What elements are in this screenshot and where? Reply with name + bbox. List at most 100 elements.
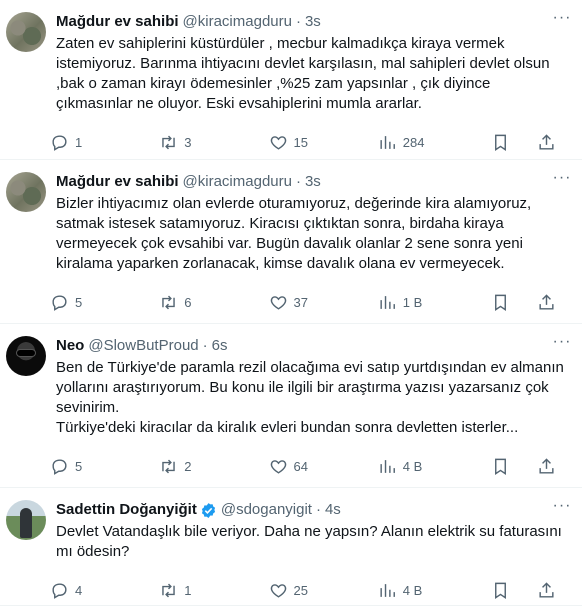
separator-dot: ·: [295, 173, 301, 190]
avatar[interactable]: [6, 500, 46, 540]
tweet[interactable]: Sadettin Doğanyiğit @sdoganyigit · 4s ··…: [0, 488, 582, 606]
author-name[interactable]: Sadettin Doğanyiğit: [56, 500, 197, 520]
share-button[interactable]: [537, 457, 560, 476]
avatar[interactable]: [6, 12, 46, 52]
view-count: 4 B: [402, 582, 423, 598]
repost-count: 3: [184, 134, 192, 150]
like-button[interactable]: 15: [269, 133, 378, 152]
author-name[interactable]: Mağdur ev sahibi: [56, 12, 179, 32]
reply-button[interactable]: 4: [50, 581, 159, 600]
tweet-text: Bizler ihtiyacımız olan evlerde oturamıy…: [56, 195, 532, 272]
separator-dot: ·: [202, 337, 208, 354]
more-icon[interactable]: ···: [552, 334, 572, 356]
author-handle[interactable]: @kiracimagduru: [183, 12, 292, 32]
views-icon: [380, 135, 395, 149]
views-icon: [380, 459, 395, 473]
reply-count: 1: [75, 134, 83, 150]
more-icon[interactable]: ···: [552, 10, 572, 32]
tweet-header: Mağdur ev sahibi @kiracimagduru · 3s: [56, 172, 566, 192]
tweet-header: Neo @SlowButProud · 6s: [56, 336, 566, 356]
repost-button[interactable]: 1: [159, 581, 268, 600]
reply-button[interactable]: 5: [50, 293, 159, 312]
bookmark-button[interactable]: [491, 293, 514, 312]
share-icon: [539, 457, 554, 474]
repost-icon: [162, 295, 176, 309]
share-icon: [539, 133, 554, 150]
reply-icon: [52, 458, 67, 475]
share-icon: [539, 581, 554, 598]
timestamp[interactable]: 6s: [212, 336, 228, 356]
timeline-feed: Mağdur ev sahibi @kiracimagduru · 3s ···…: [0, 0, 582, 606]
separator-dot: ·: [315, 501, 321, 518]
bookmark-button[interactable]: [491, 133, 514, 152]
reply-icon: [52, 582, 67, 599]
timestamp[interactable]: 3s: [305, 12, 321, 32]
bookmark-icon: [494, 458, 506, 475]
share-icon: [539, 293, 554, 310]
avatar[interactable]: [6, 172, 46, 212]
more-icon[interactable]: ···: [552, 170, 572, 192]
like-count: 64: [293, 458, 308, 474]
share-button[interactable]: [537, 293, 560, 312]
bookmark-button[interactable]: [491, 581, 514, 600]
repost-count: 6: [184, 294, 192, 310]
tweet[interactable]: Mağdur ev sahibi @kiracimagduru · 3s ···…: [0, 160, 582, 324]
like-button[interactable]: 64: [269, 457, 378, 476]
timestamp[interactable]: 3s: [305, 172, 321, 192]
view-count: 4 B: [402, 458, 423, 474]
tweet-text: Ben de Türkiye'de paramla rezil olacağım…: [56, 359, 564, 436]
reply-icon: [52, 134, 67, 151]
reply-count: 4: [75, 582, 83, 598]
author-handle[interactable]: @sdoganyigit: [221, 500, 312, 520]
views-icon: [380, 295, 395, 309]
view-count: 284: [402, 134, 425, 150]
share-button[interactable]: [537, 133, 560, 152]
repost-button[interactable]: 3: [159, 133, 268, 152]
reply-count: 5: [75, 294, 83, 310]
view-count: 1 B: [402, 294, 423, 310]
like-icon: [270, 135, 286, 150]
repost-icon: [162, 459, 176, 473]
author-name[interactable]: Neo: [56, 336, 84, 356]
like-button[interactable]: 37: [269, 293, 378, 312]
views-button[interactable]: 1 B: [378, 293, 491, 312]
author-name[interactable]: Mağdur ev sahibi: [56, 172, 179, 192]
reply-count: 5: [75, 458, 83, 474]
repost-button[interactable]: 6: [159, 293, 268, 312]
views-button[interactable]: 284: [378, 133, 491, 152]
like-icon: [270, 583, 286, 598]
repost-icon: [162, 583, 176, 597]
bookmark-icon: [494, 294, 506, 311]
like-button[interactable]: 25: [269, 581, 378, 600]
tweet[interactable]: Neo @SlowButProud · 6s ··· Ben de Türkiy…: [0, 324, 582, 488]
like-icon: [270, 295, 286, 310]
repost-icon: [162, 135, 176, 149]
reply-button[interactable]: 1: [50, 133, 159, 152]
like-count: 15: [293, 134, 308, 150]
separator-dot: ·: [295, 13, 301, 30]
avatar[interactable]: [6, 336, 46, 376]
tweet-actions: 5 2 64 4 B: [50, 444, 560, 488]
share-button[interactable]: [537, 581, 560, 600]
author-handle[interactable]: @SlowButProud: [88, 336, 198, 356]
tweet[interactable]: Mağdur ev sahibi @kiracimagduru · 3s ···…: [0, 0, 582, 160]
views-button[interactable]: 4 B: [378, 581, 491, 600]
repost-button[interactable]: 2: [159, 457, 268, 476]
like-count: 37: [293, 294, 308, 310]
timestamp[interactable]: 4s: [325, 500, 341, 520]
bookmark-button[interactable]: [491, 457, 514, 476]
views-button[interactable]: 4 B: [378, 457, 491, 476]
reply-icon: [52, 294, 67, 311]
repost-count: 2: [184, 458, 192, 474]
reply-button[interactable]: 5: [50, 457, 159, 476]
more-icon[interactable]: ···: [552, 498, 572, 520]
tweet-header: Mağdur ev sahibi @kiracimagduru · 3s: [56, 12, 566, 32]
author-handle[interactable]: @kiracimagduru: [183, 172, 292, 192]
bookmark-icon: [494, 582, 506, 599]
verified-badge-icon: [201, 502, 215, 518]
repost-count: 1: [184, 582, 192, 598]
tweet-actions: 5 6 37 1 B: [50, 280, 560, 324]
tweet-actions: 4 1 25 4 B: [50, 568, 560, 612]
tweet-header: Sadettin Doğanyiğit @sdoganyigit · 4s: [56, 500, 566, 520]
tweet-text: Zaten ev sahiplerini küstürdüler , mecbu…: [56, 35, 550, 112]
